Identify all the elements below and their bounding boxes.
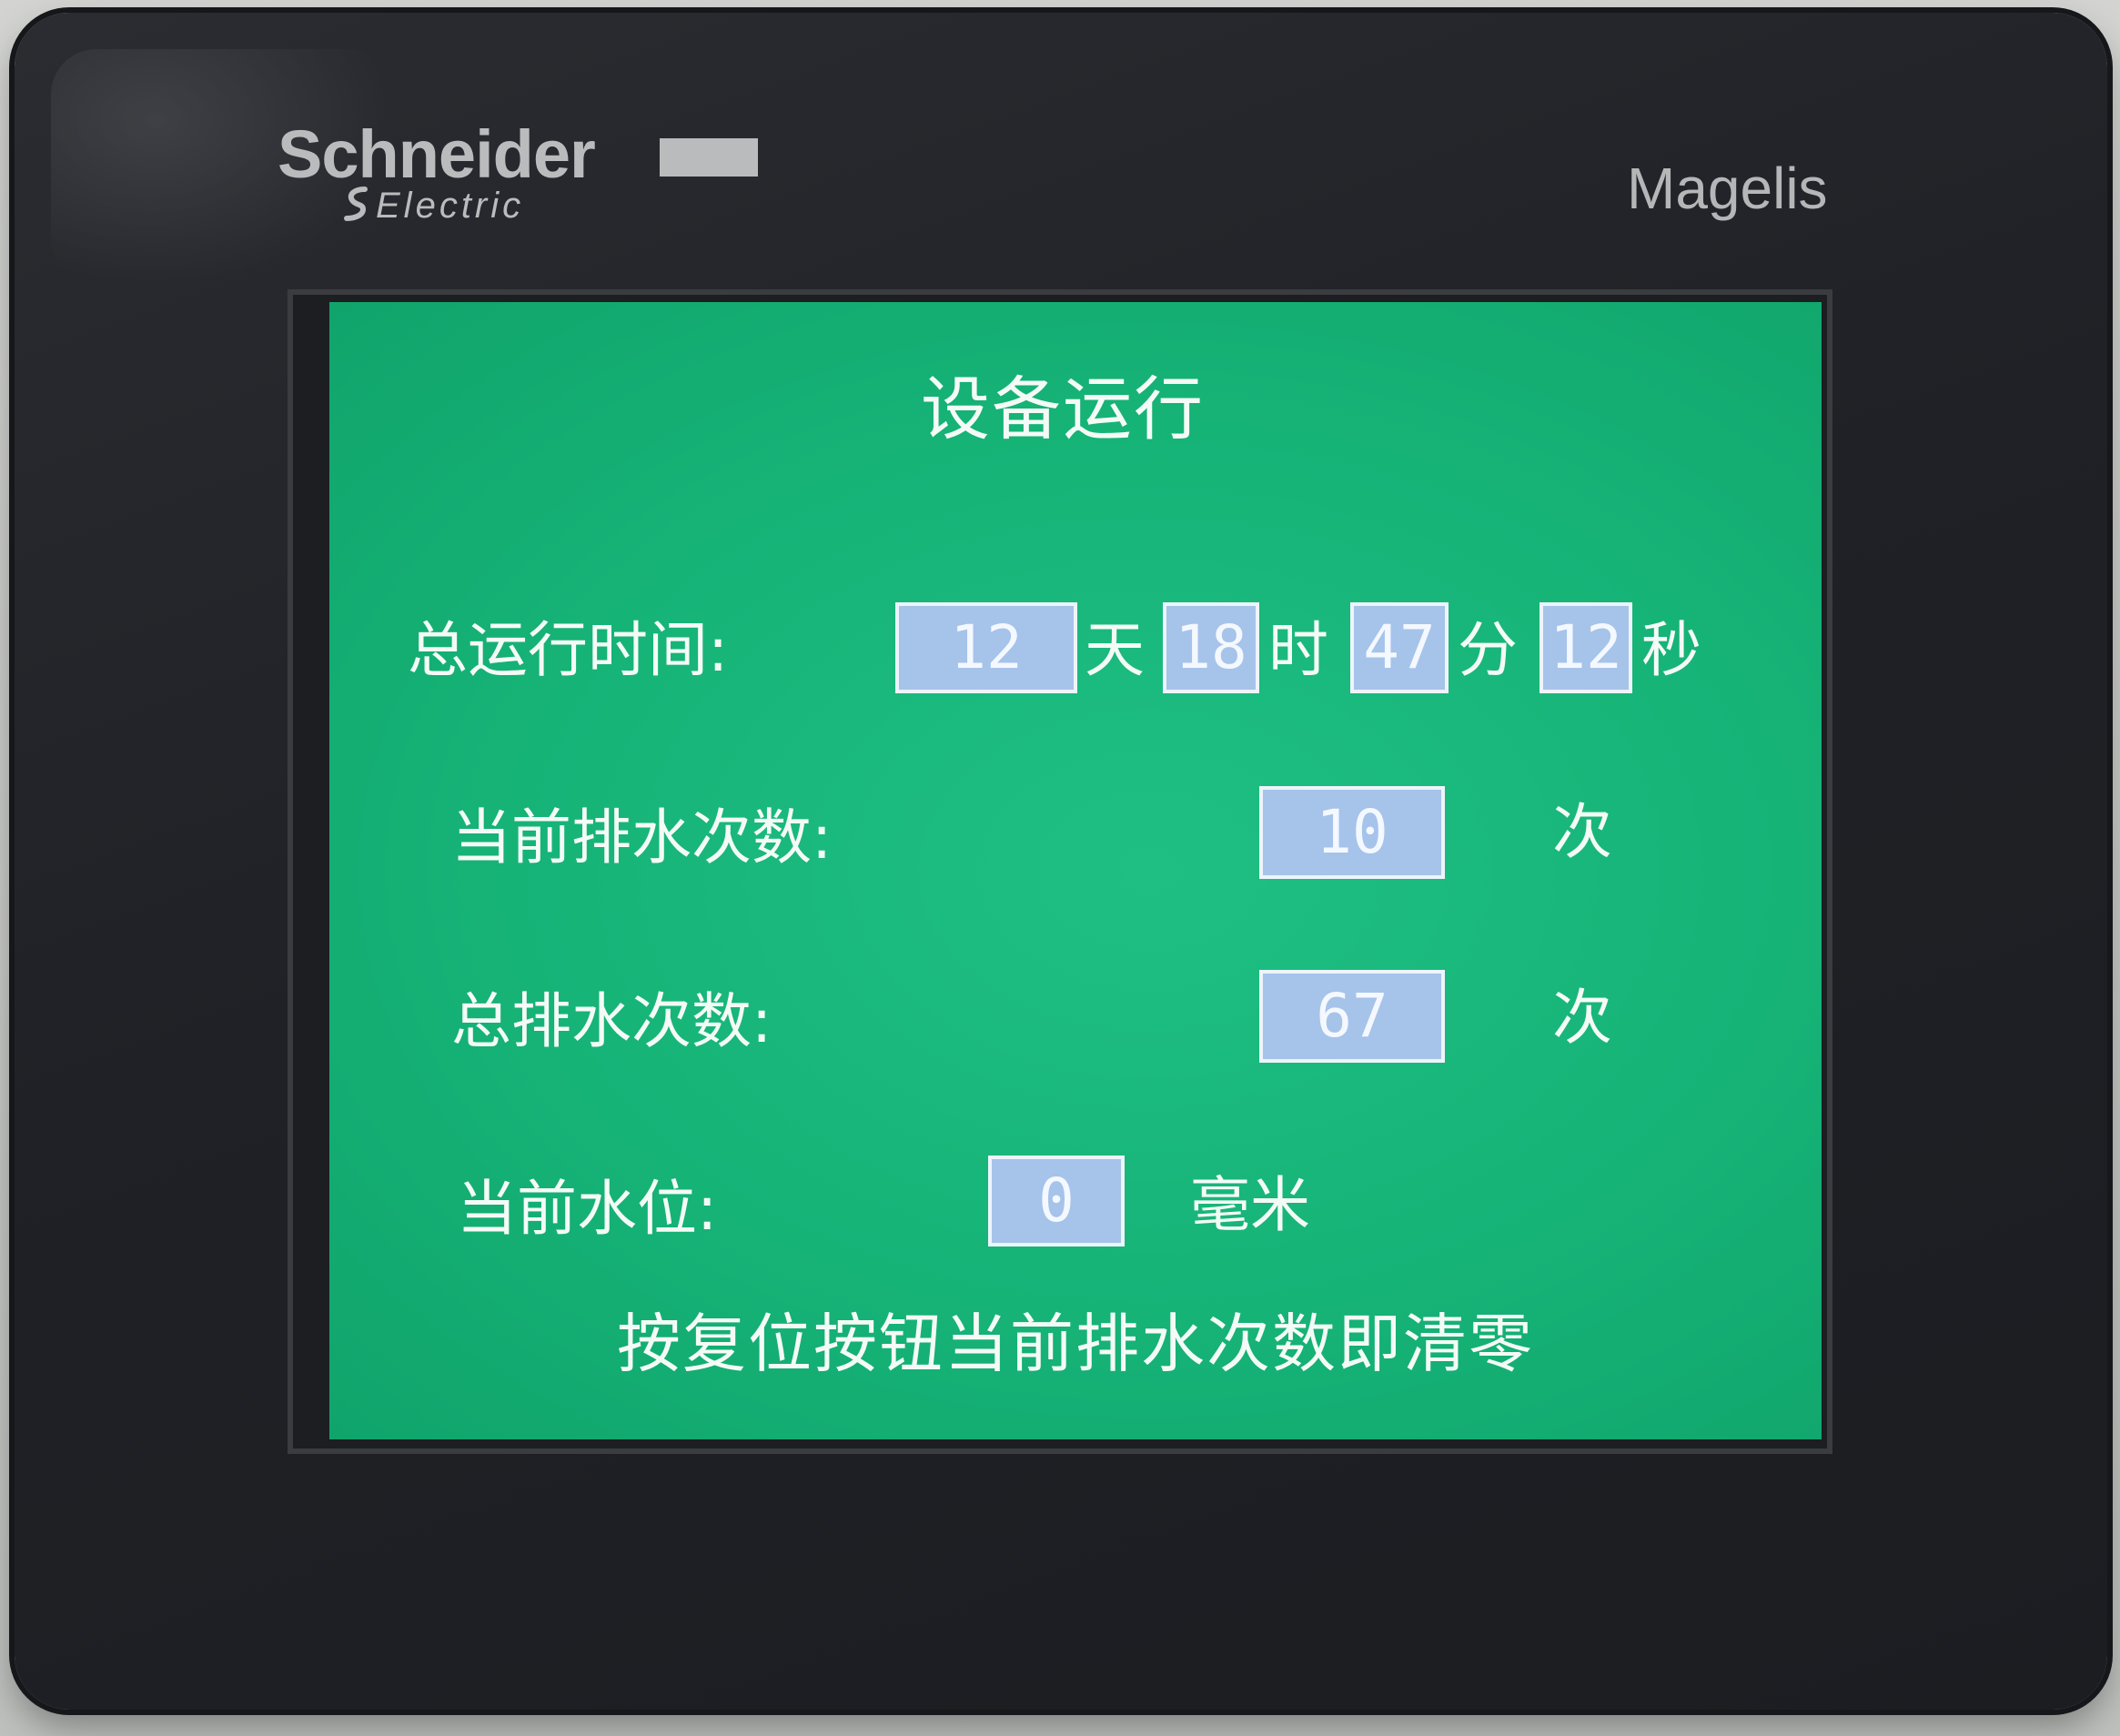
hmi-screen: 设备运行 总运行时间: 12 天 18 时 47 分 12 秒 当前排水次数: … xyxy=(329,302,1822,1439)
brand-logo: Schneider Electric xyxy=(278,118,787,246)
seconds-unit: 秒 xyxy=(1641,615,1701,685)
current-drain-count-field[interactable]: 10 xyxy=(1259,786,1445,879)
water-level-unit: 毫米 xyxy=(1190,1170,1310,1240)
runtime-minutes-field[interactable]: 47 xyxy=(1350,602,1449,693)
model-name: Magelis xyxy=(1627,156,1828,221)
runtime-seconds-field[interactable]: 12 xyxy=(1540,602,1632,693)
days-unit: 天 xyxy=(1085,615,1145,685)
total-drain-count-label: 总排水次数: xyxy=(451,986,772,1056)
hours-unit: 时 xyxy=(1268,615,1328,685)
brand-bar xyxy=(660,138,758,177)
current-drain-count-unit: 次 xyxy=(1552,797,1612,867)
runtime-label: 总运行时间: xyxy=(408,615,729,685)
page-title: 设备运行 xyxy=(921,368,1205,449)
total-drain-count-unit: 次 xyxy=(1552,983,1612,1053)
brand-subtitle: Electric xyxy=(376,186,525,226)
water-level-label: 当前水位: xyxy=(457,1174,718,1244)
water-level-field[interactable]: 0 xyxy=(988,1156,1125,1246)
total-drain-count-field[interactable]: 67 xyxy=(1259,970,1445,1063)
runtime-hours-field[interactable]: 18 xyxy=(1163,602,1259,693)
current-drain-count-label: 当前排水次数: xyxy=(451,802,833,873)
brand-name: Schneider xyxy=(278,116,596,192)
brand-mark-icon xyxy=(344,187,368,221)
minutes-unit: 分 xyxy=(1458,615,1518,685)
runtime-days-field[interactable]: 12 xyxy=(895,602,1077,693)
reset-note: 按复位按钮当前排水次数即清零 xyxy=(617,1307,1534,1381)
